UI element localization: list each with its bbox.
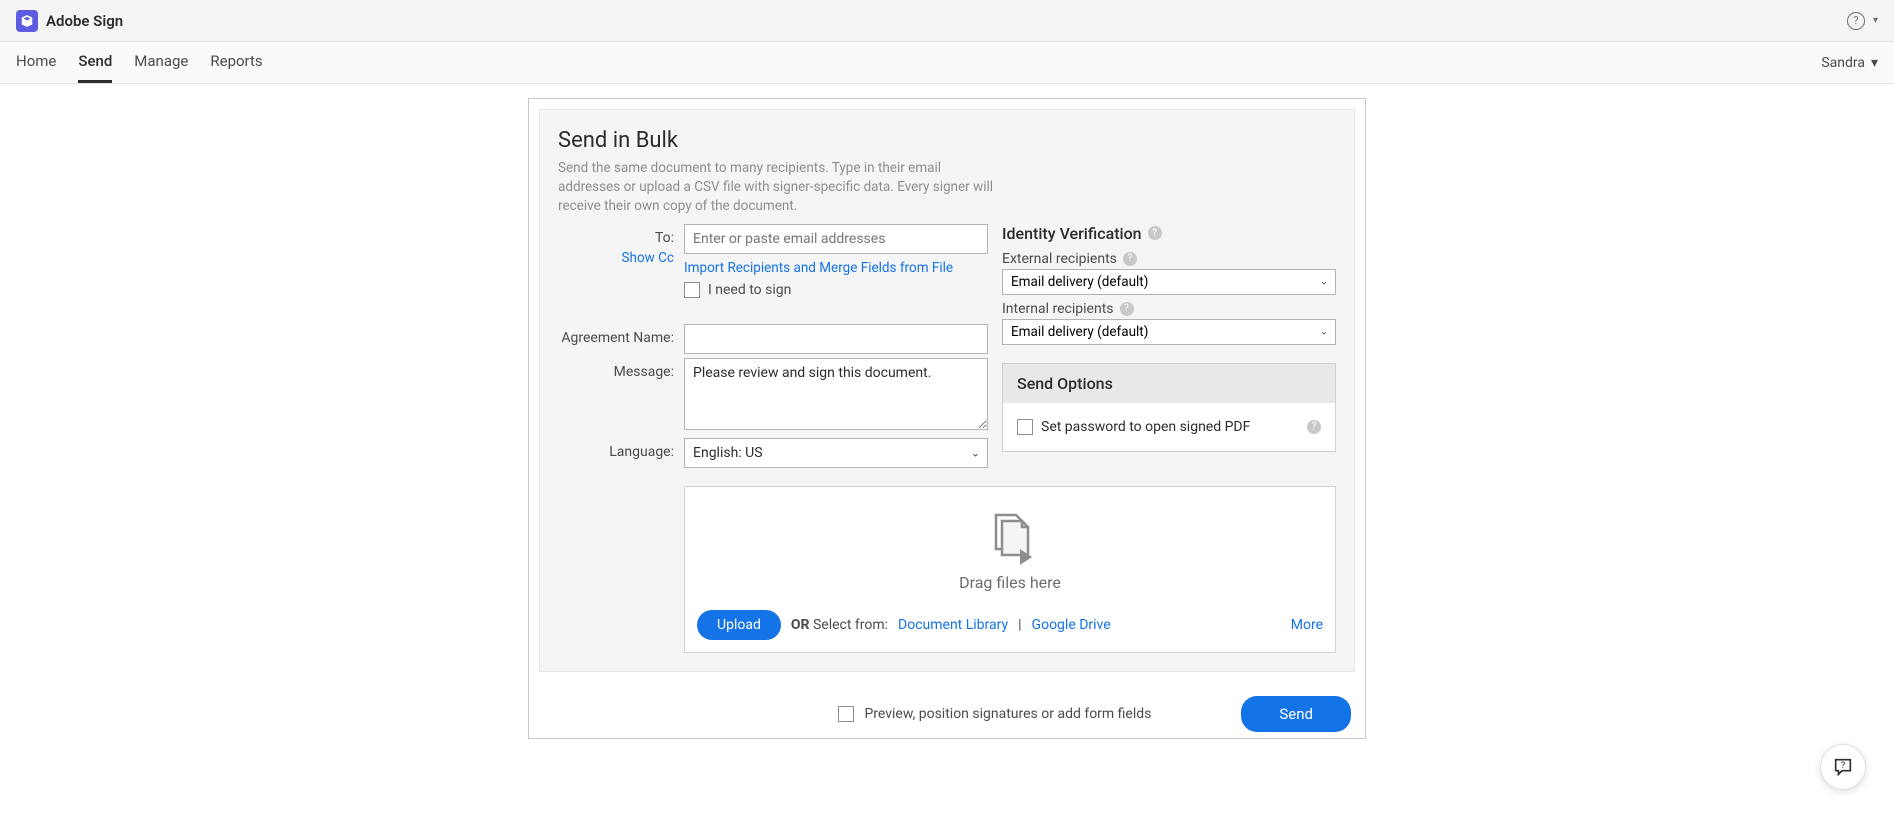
dropzone-wrap: Drag files here Upload OR Select from: D…	[540, 486, 1354, 653]
tab-manage[interactable]: Manage	[134, 42, 188, 83]
info-icon[interactable]: ?	[1120, 302, 1134, 316]
topbar: Adobe Sign ? ▾	[0, 0, 1894, 42]
external-recipients-label: External recipients	[1002, 251, 1117, 267]
floating-help-button[interactable]: ?	[1820, 744, 1866, 790]
help-icon[interactable]: ?	[1847, 12, 1865, 30]
topbar-dropdown-icon[interactable]: ▾	[1873, 15, 1878, 26]
send-options-body: Set password to open signed PDF ?	[1003, 403, 1335, 451]
preview-checkbox[interactable]	[838, 706, 854, 722]
row-message: Message:	[558, 358, 988, 434]
topbar-left: Adobe Sign	[16, 10, 123, 32]
tab-reports[interactable]: Reports	[210, 42, 262, 83]
page-description: Send the same document to many recipient…	[540, 159, 1020, 224]
document-library-link[interactable]: Document Library	[898, 617, 1008, 633]
preview-check-row: Preview, position signatures or add form…	[838, 706, 1151, 722]
agreement-name-input[interactable]	[684, 324, 988, 354]
send-options-box: Send Options Set password to open signed…	[1002, 363, 1336, 452]
row-to: To: Show Cc Import Recipients and Merge …	[558, 224, 988, 298]
navbar: Home Send Manage Reports Sandra ▾	[0, 42, 1894, 84]
to-label: To:	[655, 230, 674, 246]
form-right-column: Identity Verification ? External recipie…	[1002, 224, 1336, 472]
more-link[interactable]: More	[1291, 617, 1323, 633]
drop-footer-left: Upload OR Select from: Document Library …	[697, 610, 1111, 640]
to-label-block: To: Show Cc	[558, 224, 684, 298]
drop-footer: Upload OR Select from: Document Library …	[697, 610, 1323, 640]
agreement-label: Agreement Name:	[558, 324, 684, 354]
internal-recipients-label-row: Internal recipients ?	[1002, 301, 1336, 317]
to-input[interactable]	[684, 224, 988, 254]
drop-illustration: Drag files here	[697, 509, 1323, 592]
form-columns: To: Show Cc Import Recipients and Merge …	[540, 224, 1354, 472]
identity-verification-heading: Identity Verification ?	[1002, 224, 1336, 243]
need-to-sign-checkbox[interactable]	[684, 282, 700, 298]
svg-text:?: ?	[1841, 761, 1845, 771]
need-to-sign-row: I need to sign	[684, 282, 988, 298]
send-button[interactable]: Send	[1241, 696, 1351, 732]
google-drive-link[interactable]: Google Drive	[1032, 617, 1111, 633]
panel: Send in Bulk Send the same document to m…	[528, 98, 1366, 739]
need-to-sign-label: I need to sign	[708, 282, 791, 298]
external-recipients-label-row: External recipients ?	[1002, 251, 1336, 267]
send-options-heading: Send Options	[1003, 364, 1335, 403]
internal-recipients-select[interactable]: Email delivery (default)	[1002, 319, 1336, 345]
language-label: Language:	[558, 438, 684, 468]
user-name: Sandra	[1821, 55, 1865, 71]
file-drop-card[interactable]: Drag files here Upload OR Select from: D…	[684, 486, 1336, 653]
set-password-label: Set password to open signed PDF	[1041, 419, 1250, 435]
panel-inner: Send in Bulk Send the same document to m…	[539, 109, 1355, 672]
preview-label: Preview, position signatures or add form…	[864, 706, 1151, 722]
pipe-separator: |	[1018, 617, 1021, 633]
info-icon[interactable]: ?	[1307, 420, 1321, 434]
message-label: Message:	[558, 358, 684, 434]
page: Send in Bulk Send the same document to m…	[0, 84, 1894, 739]
identity-heading-text: Identity Verification	[1002, 224, 1142, 243]
tab-home[interactable]: Home	[16, 42, 56, 83]
files-icon	[982, 509, 1038, 565]
external-recipients-select[interactable]: Email delivery (default)	[1002, 269, 1336, 295]
nav-tabs: Home Send Manage Reports	[16, 42, 263, 83]
topbar-right: ? ▾	[1847, 12, 1878, 30]
page-title: Send in Bulk	[540, 128, 1354, 159]
chat-help-icon: ?	[1832, 756, 1854, 778]
set-password-checkbox[interactable]	[1017, 419, 1033, 435]
row-agreement: Agreement Name:	[558, 324, 988, 354]
info-icon[interactable]: ?	[1123, 252, 1137, 266]
bottombar: Preview, position signatures or add form…	[529, 682, 1365, 738]
drop-caption: Drag files here	[959, 573, 1061, 592]
show-cc-link[interactable]: Show Cc	[622, 250, 675, 266]
upload-button[interactable]: Upload	[697, 610, 781, 640]
select-from-text: Select from:	[813, 617, 888, 633]
form-left-column: To: Show Cc Import Recipients and Merge …	[558, 224, 988, 472]
language-select[interactable]: English: US	[684, 438, 988, 468]
tab-send[interactable]: Send	[78, 42, 112, 83]
chevron-down-icon: ▾	[1871, 55, 1878, 71]
internal-recipients-label: Internal recipients	[1002, 301, 1114, 317]
dropzone-col: Drag files here Upload OR Select from: D…	[558, 486, 1336, 653]
user-menu[interactable]: Sandra ▾	[1821, 42, 1878, 83]
app-logo	[16, 10, 38, 32]
app-title: Adobe Sign	[46, 12, 123, 30]
or-text: OR	[791, 617, 810, 633]
info-icon[interactable]: ?	[1148, 226, 1162, 240]
row-language: Language: English: US ⌄	[558, 438, 988, 468]
import-recipients-link[interactable]: Import Recipients and Merge Fields from …	[684, 260, 953, 276]
to-field-block: Import Recipients and Merge Fields from …	[684, 224, 988, 298]
message-textarea[interactable]	[684, 358, 988, 430]
